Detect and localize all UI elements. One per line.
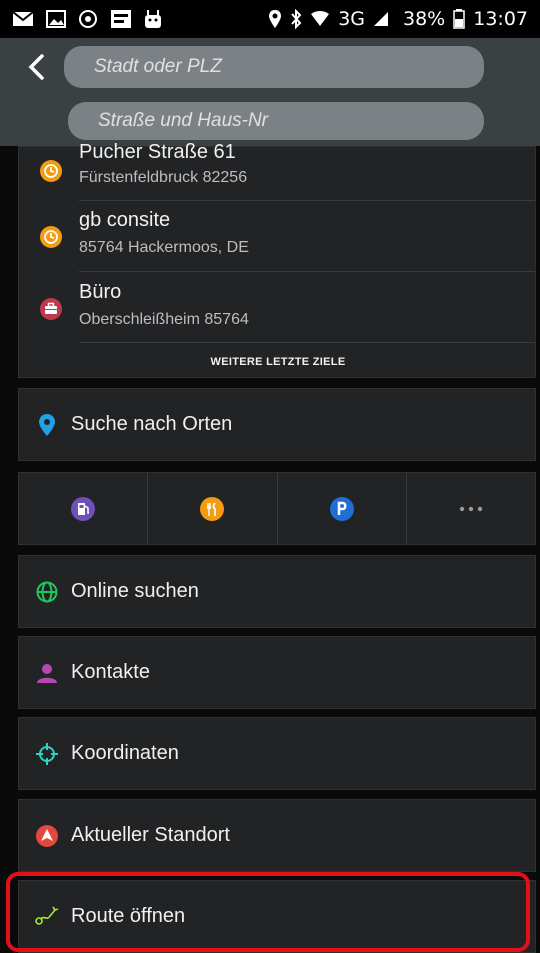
map-pin-icon <box>35 413 59 437</box>
street-search-input[interactable]: Straße und Haus-Nr <box>68 102 484 140</box>
crosshair-icon <box>35 742 59 766</box>
current-location-button[interactable]: Aktueller Standort <box>18 799 536 872</box>
more-recent-destinations-button[interactable]: WEITERE LETZTE ZIELE <box>19 356 537 368</box>
person-icon <box>35 661 59 685</box>
online-search-label: Online suchen <box>71 580 199 602</box>
whatsapp-icon <box>79 10 97 28</box>
recent-item[interactable]: gb consite 85764 Hackermoos, DE <box>19 203 537 271</box>
fuel-station-icon <box>71 496 96 521</box>
bluetooth-icon <box>291 9 302 29</box>
clock: 13:07 <box>473 8 528 30</box>
more-dots-icon <box>459 506 483 511</box>
search-places-label: Suche nach Orten <box>71 413 233 435</box>
online-search-button[interactable]: Online suchen <box>18 555 536 628</box>
recent-item[interactable]: Büro Oberschleißheim 85764 <box>19 275 537 343</box>
category-row <box>18 472 536 545</box>
search-places-button[interactable]: Suche nach Orten <box>18 388 536 461</box>
app-icon <box>111 10 131 28</box>
recent-item-title: gb consite <box>79 209 171 231</box>
clock-icon <box>40 226 62 248</box>
android-icon <box>145 10 161 28</box>
street-search-placeholder: Straße und Haus-Nr <box>98 110 269 131</box>
coordinates-label: Koordinaten <box>71 742 179 764</box>
notification-icons <box>12 9 162 29</box>
category-restaurant-button[interactable] <box>148 473 278 544</box>
current-location-label: Aktueller Standort <box>71 824 230 846</box>
location-icon <box>269 10 282 28</box>
coordinates-button[interactable]: Koordinaten <box>18 717 536 790</box>
battery-level: 38% <box>403 8 446 30</box>
wifi-icon <box>311 11 330 26</box>
search-header: Stadt oder PLZ Straße und Haus-Nr <box>0 38 540 146</box>
battery-icon <box>453 9 465 29</box>
clock-icon <box>40 160 62 182</box>
divider <box>79 200 535 201</box>
category-fuel-button[interactable] <box>19 473 149 544</box>
status-bar: 3G 38% 13:07 <box>0 0 540 38</box>
recent-item-title: Büro <box>79 281 122 303</box>
recent-item-subtitle: Fürstenfeldbruck 82256 <box>79 169 248 186</box>
network-type: 3G <box>338 8 365 30</box>
navigation-arrow-icon <box>35 824 59 848</box>
recent-item-title: Pucher Straße 61 <box>79 141 236 163</box>
back-arrow-icon[interactable] <box>24 52 50 82</box>
content-area: Pucher Straße 61 Fürstenfeldbruck 82256 … <box>0 141 540 953</box>
signal-icon <box>374 12 388 26</box>
city-search-placeholder: Stadt oder PLZ <box>94 56 222 77</box>
restaurant-icon <box>200 496 225 521</box>
divider <box>79 342 535 343</box>
recent-item-subtitle: Oberschleißheim 85764 <box>79 311 249 328</box>
mail-icon <box>12 11 34 26</box>
city-search-input[interactable]: Stadt oder PLZ <box>64 46 484 88</box>
divider <box>79 271 535 272</box>
contacts-label: Kontakte <box>71 661 150 683</box>
system-icons: 3G 38% 13:07 <box>268 8 528 30</box>
recent-item-subtitle: 85764 Hackermoos, DE <box>79 239 249 256</box>
category-parking-button[interactable] <box>278 473 407 544</box>
globe-icon <box>35 580 59 604</box>
recent-destinations-card: Pucher Straße 61 Fürstenfeldbruck 82256 … <box>18 141 537 378</box>
recent-item[interactable]: Pucher Straße 61 Fürstenfeldbruck 82256 <box>19 137 537 205</box>
parking-icon <box>329 496 354 521</box>
briefcase-icon <box>40 298 62 320</box>
image-icon <box>46 10 66 28</box>
category-more-button[interactable] <box>407 473 535 544</box>
highlight-outline <box>6 872 530 952</box>
contacts-button[interactable]: Kontakte <box>18 636 536 709</box>
